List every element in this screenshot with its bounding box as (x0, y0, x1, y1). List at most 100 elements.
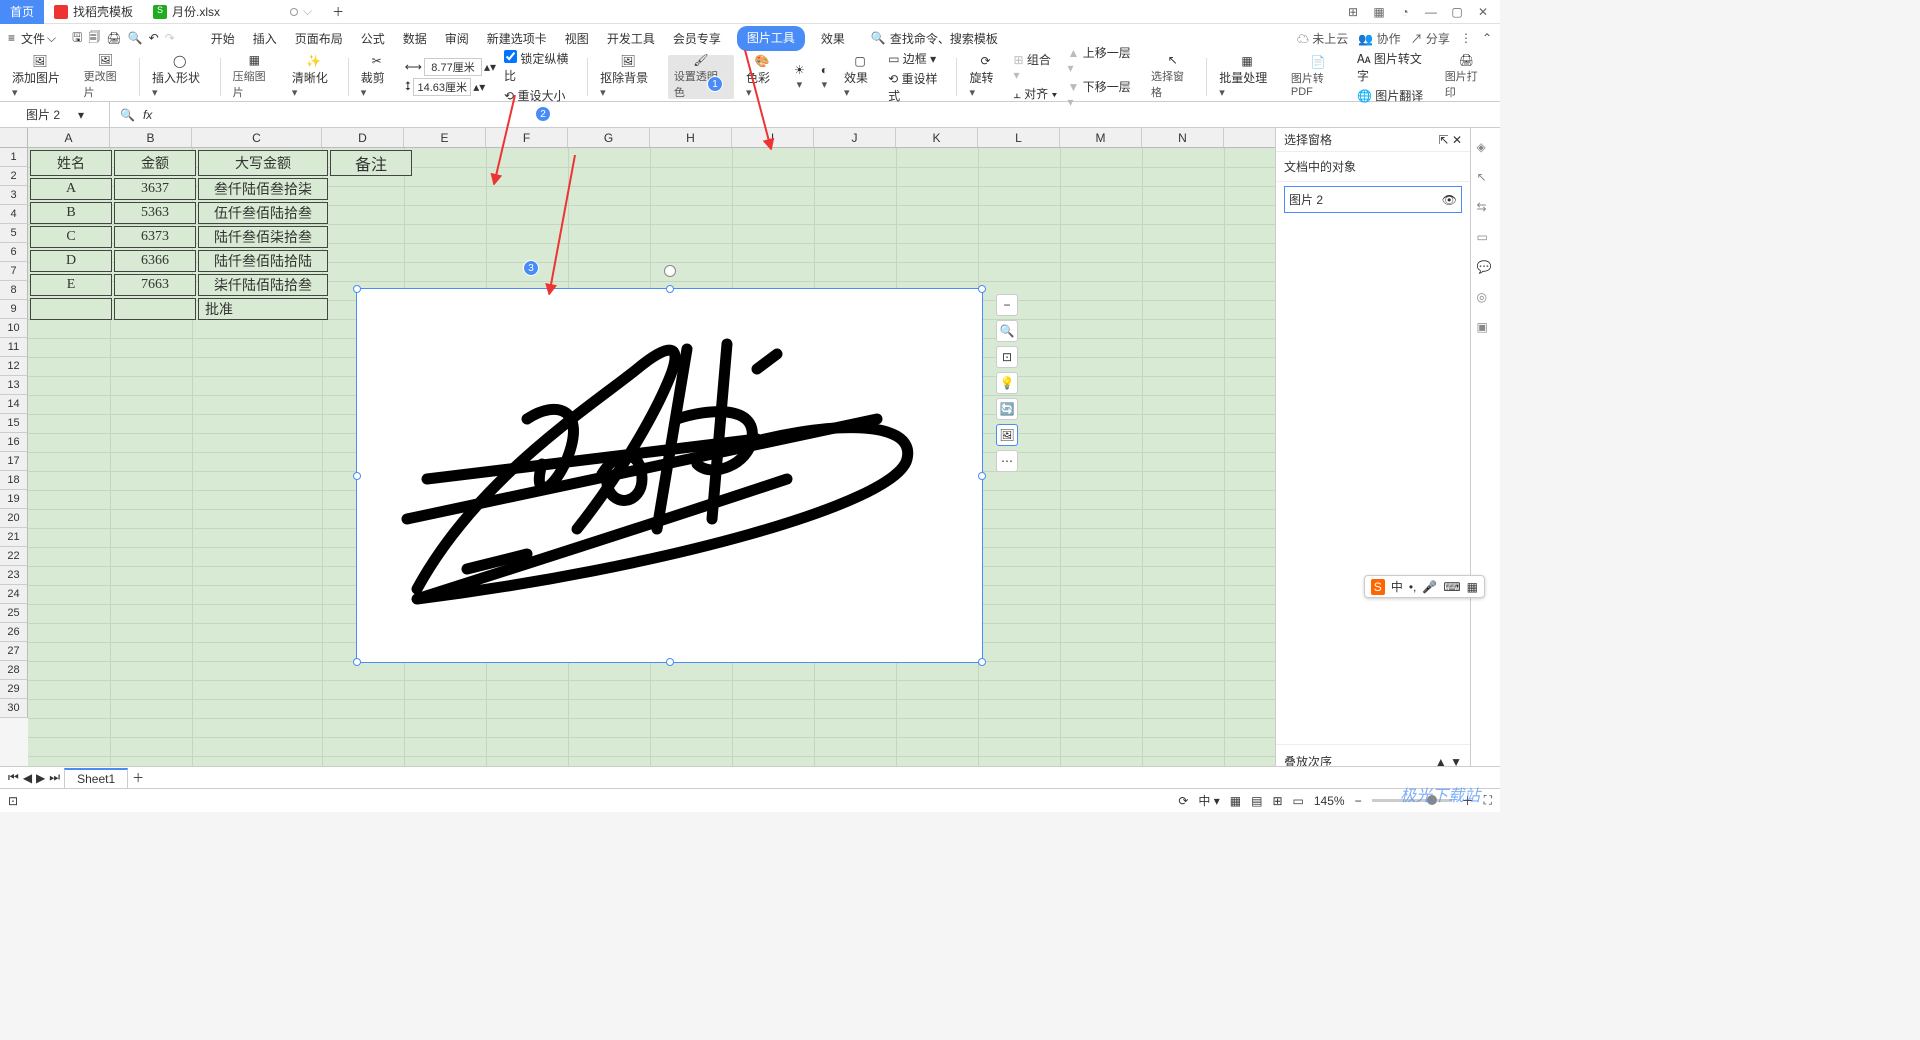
border-button[interactable]: ▭ 边框 ▾ (888, 50, 948, 67)
ime-menu-icon[interactable]: ▦ (1467, 580, 1478, 594)
compress-button[interactable]: ▦压缩图片 (229, 55, 280, 99)
command-search[interactable]: 🔍 查找命令、搜索模板 (871, 30, 998, 47)
tab-review[interactable]: 审阅 (443, 26, 471, 51)
collapse-ribbon-icon[interactable]: ⌃ (1482, 31, 1492, 45)
mic-icon[interactable]: 🎤 (1422, 580, 1437, 594)
topdf-button[interactable]: 📄图片转PDF (1287, 55, 1349, 99)
fx-search-icon[interactable]: 🔍 (120, 108, 135, 122)
close-icon[interactable]: ✕ (1474, 5, 1492, 19)
sync-icon[interactable]: ⟳ (1178, 794, 1188, 808)
view-normal-icon[interactable]: ▦ (1230, 794, 1241, 808)
visibility-icon[interactable]: 👁 (1442, 193, 1457, 207)
first-sheet-icon[interactable]: ⏮ (8, 770, 19, 785)
name-box[interactable]: ▾ (0, 102, 110, 127)
select-all-corner[interactable] (0, 128, 28, 148)
view-read-icon[interactable]: ▭ (1293, 794, 1304, 808)
maximize-icon[interactable]: ▢ (1448, 5, 1466, 19)
crop-tool-icon[interactable]: ⊡ (996, 346, 1018, 368)
diamond-icon[interactable]: ◈ (1477, 140, 1495, 158)
group-button[interactable]: ⊞ 组合 ▾ (1014, 51, 1060, 82)
ime-toolbar[interactable]: S 中•,🎤 ⌨▦ (1364, 575, 1485, 598)
share-button[interactable]: ↗ 分享 (1411, 30, 1450, 47)
view-break-icon[interactable]: ⊞ (1272, 794, 1282, 808)
reset-style-button[interactable]: ⟲ 重设样式 (888, 70, 948, 104)
zoom-out-button[interactable]: − (1355, 794, 1362, 808)
color-button[interactable]: 🎨色彩 ▾ (742, 55, 782, 99)
tab-template[interactable]: 找稻壳模板 (44, 0, 143, 24)
backup-icon[interactable]: ▣ (1477, 320, 1495, 338)
new-tab-button[interactable]: ＋ (322, 0, 354, 24)
tab-newtab[interactable]: 新建选项卡 (485, 26, 549, 51)
rotate-button[interactable]: ⟳旋转 ▾ (965, 55, 1005, 99)
column-headers[interactable]: ABCDEFGHIJKLMN (28, 128, 1275, 148)
brightness-button[interactable]: ☀▾ (790, 55, 809, 99)
tab-data[interactable]: 数据 (401, 26, 429, 51)
effect-button[interactable]: ▢效果 ▾ (840, 55, 880, 99)
tab-formula[interactable]: 公式 (359, 26, 387, 51)
fullscreen-icon[interactable]: ⛶ (1484, 793, 1492, 808)
status-icon[interactable]: ⊡ (8, 794, 18, 808)
worksheet[interactable]: ABCDEFGHIJKLMN 1234567891011121314151617… (0, 128, 1275, 808)
tab-file[interactable]: S 月份.xlsx ⌵ (143, 0, 322, 24)
location-icon[interactable]: ◎ (1477, 290, 1495, 308)
last-sheet-icon[interactable]: ⏭ (49, 770, 60, 785)
totext-button[interactable]: 🗛 图片转文字 (1357, 50, 1433, 84)
cn-indicator[interactable]: 中 ▾ (1198, 792, 1219, 809)
redo-icon[interactable]: ↷ (165, 31, 175, 45)
apps-icon[interactable]: ▦ (1370, 5, 1388, 19)
clarity-button[interactable]: ✨清晰化 ▾ (288, 55, 340, 99)
remove-bg-button[interactable]: 🖼抠除背景 ▾ (596, 55, 660, 99)
select-icon[interactable]: ↖ (1477, 170, 1495, 188)
crop-button[interactable]: ✂裁剪 ▾ (357, 55, 397, 99)
width-input[interactable] (424, 58, 482, 76)
file-menu[interactable]: 文件⌵ (21, 30, 56, 47)
tab-insert[interactable]: 插入 (251, 26, 279, 51)
align-button[interactable]: ⫠ 对齐 ▾ (1014, 85, 1060, 102)
preview-icon[interactable]: 🔍 (128, 31, 143, 45)
skin-icon[interactable]: ◔ (1396, 5, 1414, 19)
hamburger-icon[interactable]: ≡ (8, 31, 15, 45)
chat-icon[interactable]: 💬 (1477, 260, 1495, 278)
row-headers[interactable]: 1234567891011121314151617181920212223242… (0, 148, 28, 718)
height-input[interactable] (413, 78, 471, 96)
contrast-button[interactable]: ◐▾ (817, 55, 832, 99)
tab-home[interactable]: 首页 (0, 0, 44, 24)
batch-button[interactable]: ▦批量处理 ▾ (1215, 55, 1279, 99)
replace-icon[interactable]: 🔄 (996, 398, 1018, 420)
fx-icon[interactable]: fx (143, 108, 152, 122)
tab-vip[interactable]: 会员专享 (671, 26, 723, 51)
next-sheet-icon[interactable]: ▶ (36, 771, 45, 785)
print-pic-button[interactable]: 🖨图片打印 (1441, 55, 1492, 99)
selection-pane-button[interactable]: ↖选择窗格 (1147, 55, 1198, 99)
tab-start[interactable]: 开始 (209, 26, 237, 51)
clipboard-icon[interactable]: ▭ (1477, 230, 1495, 248)
tab-layout[interactable]: 页面布局 (293, 26, 345, 51)
zoom-value[interactable]: 145% (1314, 794, 1345, 808)
tab-picture-tools[interactable]: 图片工具 (737, 26, 805, 51)
pane-object-item[interactable]: 图片 2👁 (1284, 186, 1462, 213)
pane-pin-icon[interactable]: ⇱ (1439, 133, 1449, 147)
undo-icon[interactable]: ↶ (149, 31, 159, 45)
more-icon[interactable]: ⋮ (1460, 31, 1472, 45)
saveas-icon[interactable]: 🗐 (88, 28, 100, 49)
pane-close-icon[interactable]: ✕ (1452, 133, 1462, 147)
tab-effect[interactable]: 效果 (819, 26, 847, 51)
lock-ratio-checkbox[interactable]: 锁定纵横比 (504, 50, 579, 84)
layout-icon[interactable]: ⊞ (1344, 5, 1362, 19)
tab-view[interactable]: 视图 (563, 26, 591, 51)
more-tools-icon[interactable]: ⋯ (996, 450, 1018, 472)
set-transparent-button[interactable]: 🖌设置透明色 (668, 55, 734, 99)
tab-dev[interactable]: 开发工具 (605, 26, 657, 51)
send-backward-button[interactable]: ▼ 下移一层 ▾ (1068, 78, 1139, 109)
prev-sheet-icon[interactable]: ◀ (23, 771, 32, 785)
cloud-status[interactable]: ☁ 未上云 (1297, 30, 1348, 47)
view-page-icon[interactable]: ▤ (1251, 794, 1262, 808)
grid[interactable]: 姓名金额大写金额备注A3637叁仟陆佰叁拾柒B5363伍仟叁佰陆拾叁C6373陆… (28, 148, 1275, 808)
keyboard-icon[interactable]: ⌨ (1443, 580, 1460, 594)
rotation-handle[interactable] (664, 265, 676, 277)
minimize-icon[interactable]: — (1422, 5, 1440, 19)
bring-forward-button[interactable]: ▲ 上移一层 ▾ (1068, 44, 1139, 75)
change-picture-button[interactable]: 🖼更改图片 (80, 55, 131, 99)
coop-button[interactable]: 👥 协作 (1358, 30, 1400, 47)
width-spinner[interactable]: ▴▾ (484, 60, 496, 74)
